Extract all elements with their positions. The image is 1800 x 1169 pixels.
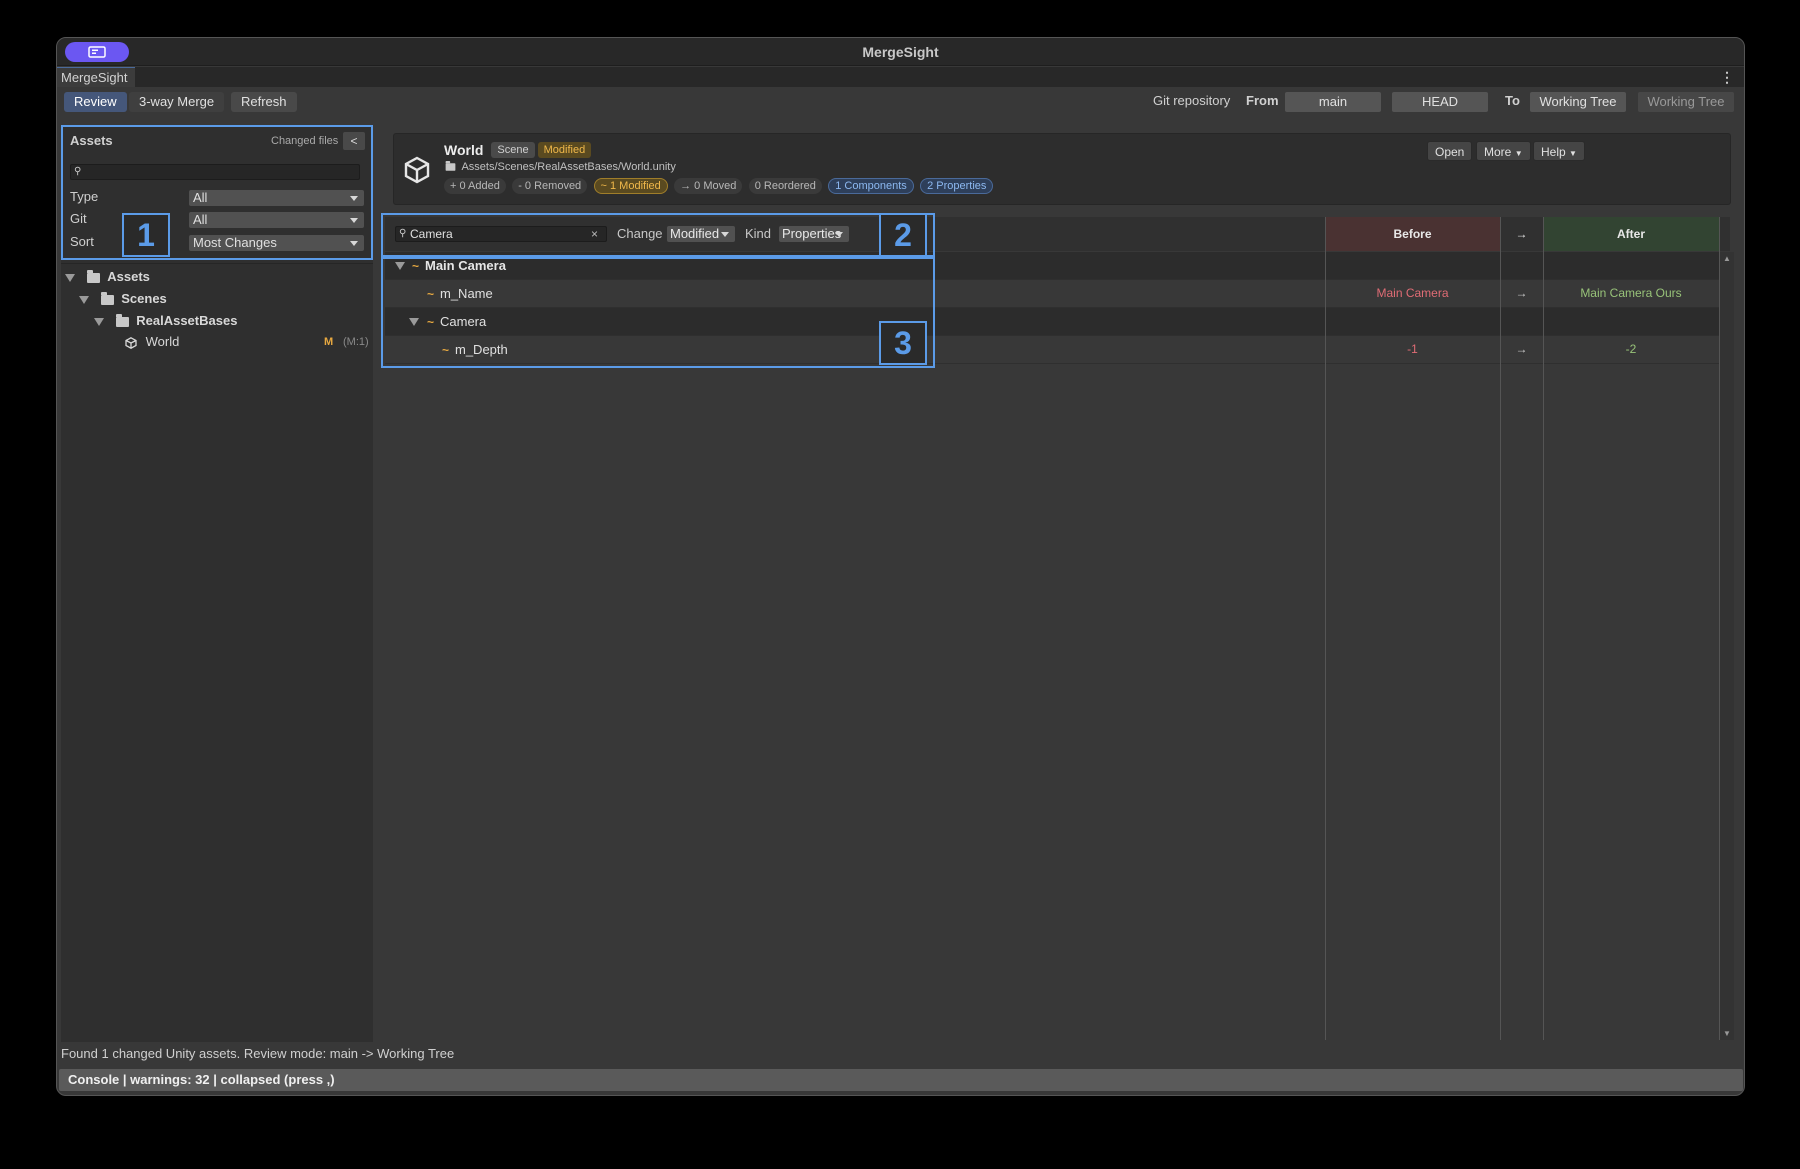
arrow-icon: → (1515, 342, 1528, 356)
unity-logo-icon (404, 156, 430, 184)
tree-item-world[interactable]: World M (M:1) (125, 332, 369, 352)
expand-arrow-icon (79, 295, 89, 304)
app-window: MergeSight MergeSight ⋮ Review 3-way Mer… (56, 37, 1745, 1096)
modified-tag: Modified (537, 142, 592, 158)
from-label: From (1246, 93, 1279, 108)
tab-strip: MergeSight ⋮ (57, 67, 1744, 87)
git-repository-label: Git repository (1153, 93, 1231, 108)
stat-components[interactable]: 1 Components (828, 178, 914, 194)
column-divider (1543, 217, 1544, 1040)
toolbar: Review 3-way Merge Refresh Git repositor… (57, 87, 1744, 121)
stat-reordered[interactable]: 0 Reordered (748, 178, 822, 194)
scroll-up-icon[interactable]: ▲ (1723, 254, 1731, 263)
annotation-label-3: 3 (879, 321, 927, 365)
scene-tag: Scene (491, 142, 535, 158)
to-ref-field[interactable]: Working Tree (1638, 92, 1734, 112)
before-value: -1 (1407, 342, 1418, 356)
modified-badge: M (324, 336, 334, 348)
tree-item-label: Assets (107, 269, 150, 284)
title-bar: MergeSight (57, 38, 1744, 66)
kebab-menu-icon[interactable]: ⋮ (1720, 69, 1734, 86)
before-column-header: Before (1325, 217, 1500, 251)
folder-icon (86, 269, 100, 283)
arrow-icon: → (1515, 286, 1528, 300)
console-bar[interactable]: Console | warnings: 32 | collapsed (pres… (59, 1069, 1743, 1091)
folder-icon (445, 161, 456, 171)
asset-name: World (444, 142, 484, 158)
three-way-merge-button[interactable]: 3-way Merge (129, 92, 225, 112)
tree-item-realassetbases[interactable]: RealAssetBases (94, 311, 237, 331)
stat-properties[interactable]: 2 Properties (920, 178, 994, 194)
after-column-header: After (1543, 217, 1719, 251)
to-branch-field[interactable]: Working Tree (1530, 92, 1626, 112)
column-divider (1500, 217, 1501, 1040)
expand-arrow-icon (65, 273, 75, 282)
from-ref-field[interactable]: HEAD (1392, 92, 1488, 112)
tree-item-scenes[interactable]: Scenes (79, 289, 167, 309)
expand-arrow-icon (94, 317, 104, 326)
stat-added[interactable]: + 0 Added (444, 178, 506, 194)
more-button[interactable]: More ▼ (1476, 141, 1531, 161)
scroll-down-icon[interactable]: ▼ (1723, 1029, 1731, 1038)
column-divider (1325, 217, 1326, 1040)
annotation-label-1: 1 (122, 213, 170, 257)
window-title: MergeSight (862, 44, 939, 60)
caret-down-icon: ▼ (1514, 149, 1523, 158)
annotation-box-2 (381, 213, 935, 257)
tab-mergesight[interactable]: MergeSight (57, 67, 136, 87)
refresh-button[interactable]: Refresh (231, 92, 297, 112)
from-branch-field[interactable]: main (1285, 92, 1381, 112)
folder-icon (115, 313, 129, 327)
stat-modified[interactable]: ~ 1 Modified (593, 178, 668, 194)
diff-grid: ~ Main Camera ~ m_Name Main Camera → Mai… (385, 252, 1730, 1042)
folder-icon (100, 291, 114, 305)
arrow-column-header: → (1500, 217, 1543, 251)
caret-down-icon: ▼ (1569, 149, 1577, 158)
change-count: (M:1) (343, 336, 369, 348)
asset-path: Assets/Scenes/RealAssetBases/World.unity (461, 161, 676, 173)
more-label: More (1484, 145, 1512, 159)
vertical-scrollbar[interactable]: ▲ ▼ (1720, 252, 1734, 1040)
tree-item-label: World (145, 334, 180, 349)
after-value: -2 (1625, 342, 1637, 356)
before-value: Main Camera (1376, 286, 1449, 300)
assets-panel: Assets Changed files < ⚲ Type All Git Al… (61, 125, 373, 1042)
tree-item-label: RealAssetBases (136, 313, 238, 328)
stat-moved[interactable]: → 0 Moved (674, 178, 743, 194)
help-label: Help (1541, 145, 1566, 159)
annotation-label-2: 2 (879, 213, 927, 257)
annotation-box-3 (381, 257, 935, 368)
after-value: Main Camera Ours (1580, 286, 1682, 300)
to-label: To (1505, 93, 1520, 108)
status-bar: Found 1 changed Unity assets. Review mod… (57, 1042, 1744, 1066)
divider (61, 263, 373, 264)
asset-header: World Scene Modified Assets/Scenes/RealA… (393, 133, 1731, 205)
unity-scene-icon (125, 336, 137, 349)
stat-removed[interactable]: - 0 Removed (512, 178, 588, 194)
tree-item-assets[interactable]: Assets (65, 267, 150, 287)
tree-item-label: Scenes (121, 291, 167, 306)
review-button[interactable]: Review (64, 92, 127, 112)
help-button[interactable]: Help ▼ (1533, 141, 1585, 161)
annotation-box-1 (61, 125, 373, 260)
open-button[interactable]: Open (1427, 141, 1473, 161)
